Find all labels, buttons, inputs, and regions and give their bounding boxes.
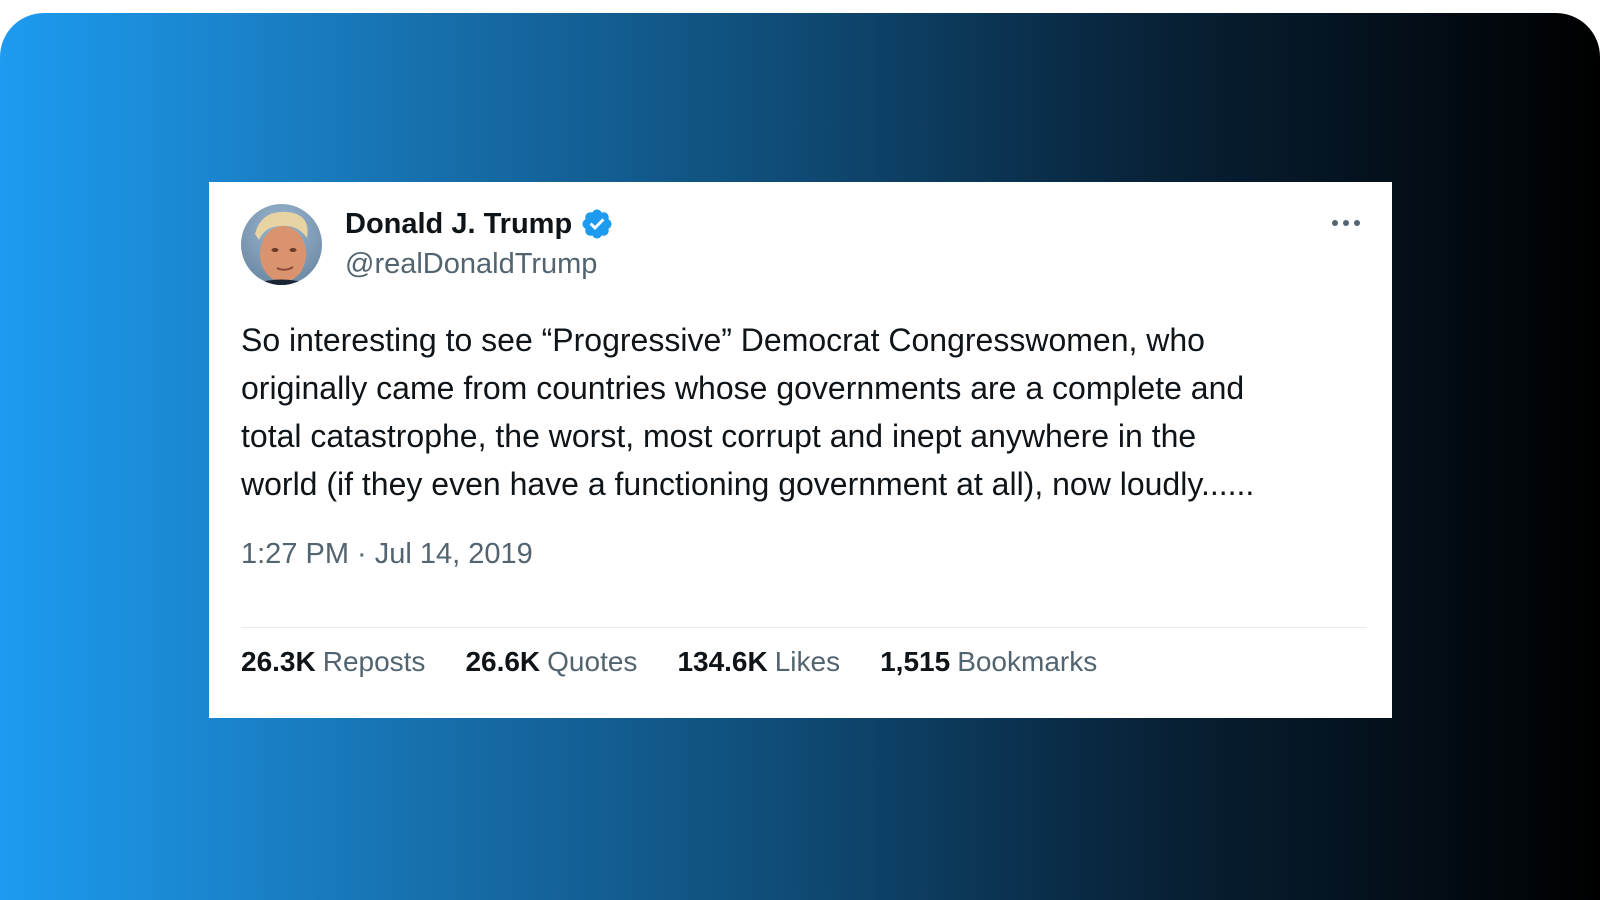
quotes-stat[interactable]: 26.6K Quotes (465, 646, 637, 678)
reposts-count: 26.3K (241, 646, 316, 677)
author-name[interactable]: Donald J. Trump (345, 208, 572, 241)
bookmarks-count: 1,515 (880, 646, 951, 677)
tweet-text-line: world (if they even have a functioning g… (241, 466, 1255, 502)
more-options-button[interactable] (1326, 208, 1366, 238)
tweet-card: Donald J. Trump @realDonaldTrump So inte… (209, 182, 1392, 718)
author-handle[interactable]: @realDonaldTrump (345, 248, 597, 281)
avatar-image (241, 204, 322, 285)
verified-badge-icon (582, 209, 612, 239)
tweet-text: So interesting to see “Progressive” Demo… (241, 316, 1361, 508)
avatar[interactable] (241, 204, 322, 285)
quotes-label: Quotes (547, 646, 638, 677)
tweet-text-line: originally came from countries whose gov… (241, 370, 1245, 406)
tweet-text-line: total catastrophe, the worst, most corru… (241, 418, 1197, 454)
bookmarks-stat[interactable]: 1,515 Bookmarks (880, 646, 1097, 678)
reposts-stat[interactable]: 26.3K Reposts (241, 646, 425, 678)
likes-stat[interactable]: 134.6K Likes (677, 646, 840, 678)
reposts-label: Reposts (322, 646, 426, 677)
tweet-text-line: So interesting to see “Progressive” Demo… (241, 322, 1205, 358)
likes-label: Likes (774, 646, 841, 677)
gradient-background: Donald J. Trump @realDonaldTrump So inte… (0, 13, 1600, 900)
more-horizontal-icon (1332, 220, 1360, 226)
tweet-timestamp[interactable]: 1:27 PM · Jul 14, 2019 (241, 538, 533, 571)
engagement-stats: 26.3K Reposts 26.6K Quotes 134.6K Likes 1,5… (241, 642, 1137, 682)
author-row: Donald J. Trump (345, 206, 614, 242)
divider (241, 627, 1367, 628)
likes-count: 134.6K (677, 646, 768, 677)
quotes-count: 26.6K (465, 646, 541, 677)
bookmarks-label: Bookmarks (957, 646, 1098, 677)
